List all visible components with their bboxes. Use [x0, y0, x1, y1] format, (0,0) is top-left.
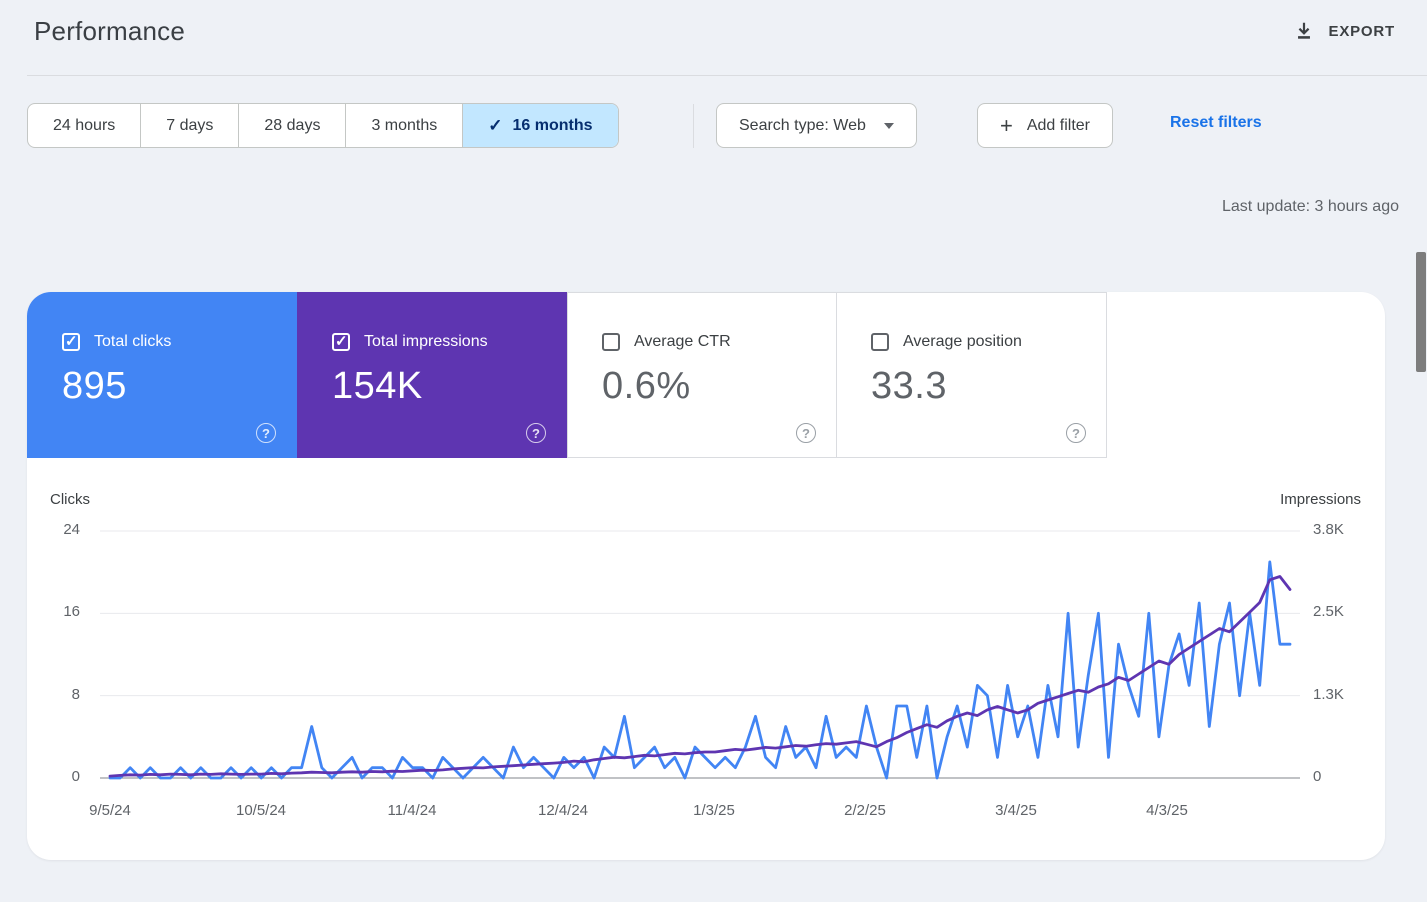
total-clicks-tile[interactable]: ✓ Total clicks 895 ? [27, 292, 297, 458]
average-position-checkbox[interactable]: ✓ [871, 333, 889, 351]
date-range-group: ✓ 24 hours ✓ 7 days ✓ 28 days ✓ 3 months… [27, 103, 619, 148]
help-icon[interactable]: ? [256, 423, 276, 443]
total-impressions-value: 154K [332, 365, 423, 407]
help-icon[interactable]: ? [796, 423, 816, 443]
range-3-months[interactable]: ✓ 3 months [345, 104, 462, 147]
checkmark-icon: ✓ [488, 115, 503, 135]
page-title: Performance [34, 16, 186, 46]
range-28-days[interactable]: ✓ 28 days [238, 104, 345, 147]
performance-chart: Clicks Impressions 24 16 8 0 3.8K 2.5K 1… [27, 458, 1385, 860]
left-tick: 24 [63, 521, 80, 538]
x-tick: 9/5/24 [89, 802, 131, 819]
search-type-dropdown[interactable]: Search type: Web [716, 103, 917, 148]
metric-tiles: ✓ Total clicks 895 ? ✓ Total impressions… [27, 292, 1385, 458]
add-filter-button[interactable]: + Add filter [977, 103, 1113, 148]
help-icon[interactable]: ? [1066, 423, 1086, 443]
average-position-value: 33.3 [871, 365, 947, 407]
range-24-hours[interactable]: ✓ 24 hours [28, 104, 140, 147]
left-axis-title: Clicks [50, 491, 90, 508]
right-tick: 0 [1313, 768, 1322, 785]
right-tick: 1.3K [1313, 686, 1344, 703]
help-icon[interactable]: ? [526, 423, 546, 443]
header-divider [27, 75, 1427, 76]
x-tick: 2/2/25 [844, 802, 886, 819]
vertical-scrollbar[interactable] [1416, 252, 1426, 372]
right-tick: 2.5K [1313, 603, 1344, 620]
export-button[interactable]: EXPORT [1289, 12, 1399, 50]
average-ctr-checkbox[interactable]: ✓ [602, 333, 620, 351]
performance-card: ✓ Total clicks 895 ? ✓ Total impressions… [27, 292, 1385, 860]
left-tick: 8 [71, 686, 80, 703]
left-tick: 16 [63, 603, 80, 620]
x-tick: 11/4/24 [387, 802, 437, 819]
chart-plot[interactable] [100, 518, 1300, 793]
download-icon [1293, 20, 1315, 42]
plus-icon: + [1000, 112, 1013, 138]
total-clicks-value: 895 [62, 365, 127, 407]
total-impressions-checkbox[interactable]: ✓ [332, 333, 350, 351]
last-update-text: Last update: 3 hours ago [1221, 198, 1399, 215]
export-label: EXPORT [1328, 22, 1395, 40]
left-tick: 0 [71, 768, 80, 785]
x-tick: 10/5/24 [235, 802, 287, 819]
chevron-down-icon [883, 122, 894, 129]
average-position-tile[interactable]: ✓ Average position 33.3 ? [837, 292, 1107, 458]
total-impressions-tile[interactable]: ✓ Total impressions 154K ? [297, 292, 567, 458]
x-tick: 3/4/25 [995, 802, 1037, 819]
average-ctr-tile[interactable]: ✓ Average CTR 0.6% ? [567, 292, 837, 458]
right-tick: 3.8K [1313, 521, 1344, 538]
checkmark-icon: ✓ [335, 333, 348, 350]
range-16-months[interactable]: ✓ 16 months [462, 104, 618, 147]
checkmark-icon: ✓ [65, 333, 78, 350]
x-tick: 1/3/25 [693, 802, 735, 819]
right-axis-title: Impressions [1280, 491, 1361, 508]
average-ctr-value: 0.6% [602, 365, 691, 407]
x-tick: 4/3/25 [1146, 802, 1188, 819]
range-7-days[interactable]: ✓ 7 days [140, 104, 238, 147]
x-tick: 12/4/24 [537, 802, 589, 819]
total-clicks-checkbox[interactable]: ✓ [62, 333, 80, 351]
filter-divider [693, 104, 694, 148]
reset-filters-link[interactable]: Reset filters [1170, 114, 1262, 132]
